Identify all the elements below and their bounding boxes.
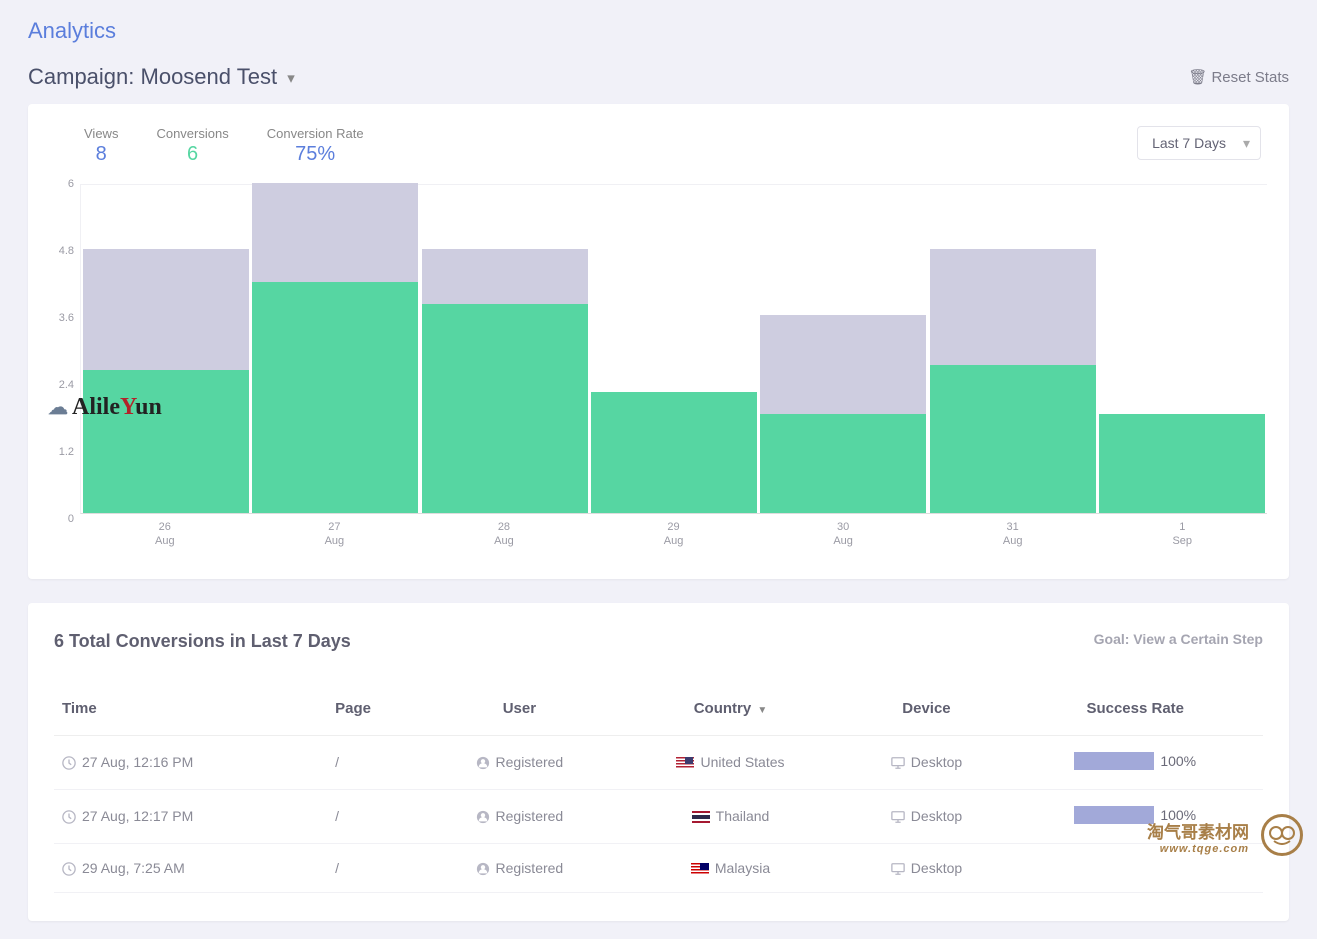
page-title: Analytics	[28, 18, 1289, 44]
watermark-tqge: 淘气哥素材网 www.tqge.com	[1147, 818, 1299, 855]
table-row[interactable]: 27 Aug, 12:17 PM/RegisteredThailandDeskt…	[54, 789, 1263, 843]
col-user[interactable]: User	[423, 682, 615, 736]
sort-down-icon: ▼	[757, 705, 767, 716]
trash-icon: 🗑	[1188, 69, 1207, 86]
bar-31-Aug[interactable]	[928, 185, 1097, 513]
stat-value: 75%	[267, 143, 364, 166]
cell-device: Desktop	[846, 789, 1008, 843]
stat-label: Views	[84, 126, 118, 141]
stat-views: Views 8	[84, 126, 118, 166]
flag-icon	[692, 811, 710, 823]
col-page[interactable]: Page	[327, 682, 423, 736]
cell-country: Malaysia	[616, 843, 846, 892]
face-icon	[1261, 814, 1303, 856]
cell-country: United States	[616, 735, 846, 789]
cell-time: 27 Aug, 12:16 PM	[54, 735, 327, 789]
flag-icon	[676, 757, 694, 769]
table-row[interactable]: 29 Aug, 7:25 AM/RegisteredMalaysiaDeskto…	[54, 843, 1263, 892]
reset-label: Reset Stats	[1211, 69, 1289, 86]
cell-user: Registered	[423, 735, 615, 789]
stat-value: 8	[84, 143, 118, 166]
bar-27-Aug[interactable]	[250, 185, 419, 513]
cell-user: Registered	[423, 843, 615, 892]
cell-device: Desktop	[846, 843, 1008, 892]
col-device[interactable]: Device	[846, 682, 1008, 736]
campaign-selector[interactable]: Campaign: Moosend Test ▾	[28, 64, 295, 90]
wm2-line2: www.tqge.com	[1147, 843, 1249, 855]
stat-conversion-rate: Conversion Rate 75%	[267, 126, 364, 166]
bar-30-Aug[interactable]	[759, 185, 928, 513]
cell-time: 29 Aug, 7:25 AM	[54, 843, 327, 892]
bar-chart: 01.22.43.64.86 26Aug27Aug28Aug29Aug30Aug…	[40, 184, 1277, 549]
table-row[interactable]: 27 Aug, 12:16 PM/RegisteredUnited States…	[54, 735, 1263, 789]
stat-label: Conversion Rate	[267, 126, 364, 141]
cell-rate: 100%	[1007, 735, 1263, 789]
col-rate[interactable]: Success Rate	[1007, 682, 1263, 736]
cell-device: Desktop	[846, 735, 1008, 789]
watermark-alileyun: ☁AlileYun	[48, 394, 162, 421]
stat-label: Conversions	[156, 126, 228, 141]
stat-conversions: Conversions 6	[156, 126, 228, 166]
campaign-label: Campaign: Moosend Test	[28, 64, 277, 89]
cell-page: /	[327, 843, 423, 892]
goal-label: Goal: View a Certain Step	[1094, 631, 1263, 652]
wm2-line1: 淘气哥素材网	[1147, 823, 1249, 842]
cell-time: 27 Aug, 12:17 PM	[54, 789, 327, 843]
conversions-title: 6 Total Conversions in Last 7 Days	[54, 631, 351, 652]
bar-1-Sep[interactable]	[1098, 185, 1267, 513]
bar-28-Aug[interactable]	[420, 185, 589, 513]
conversions-table: Time Page User Country ▼ Device Success …	[54, 682, 1263, 893]
reset-stats-button[interactable]: 🗑Reset Stats	[1188, 68, 1289, 86]
date-range-dropdown[interactable]: Last 7 Days	[1137, 126, 1261, 160]
bar-26-Aug[interactable]	[81, 185, 250, 513]
flag-icon	[691, 863, 709, 875]
col-country[interactable]: Country ▼	[616, 682, 846, 736]
date-range-selected: Last 7 Days	[1152, 135, 1226, 151]
cell-country: Thailand	[616, 789, 846, 843]
cell-page: /	[327, 789, 423, 843]
stat-value: 6	[156, 143, 228, 166]
conversions-card: 6 Total Conversions in Last 7 Days Goal:…	[28, 603, 1289, 921]
cell-page: /	[327, 735, 423, 789]
chevron-down-icon: ▾	[287, 69, 295, 87]
cell-user: Registered	[423, 789, 615, 843]
bar-29-Aug[interactable]	[589, 185, 758, 513]
col-time[interactable]: Time	[54, 682, 327, 736]
chart-card: Views 8 Conversions 6 Conversion Rate 75…	[28, 104, 1289, 579]
